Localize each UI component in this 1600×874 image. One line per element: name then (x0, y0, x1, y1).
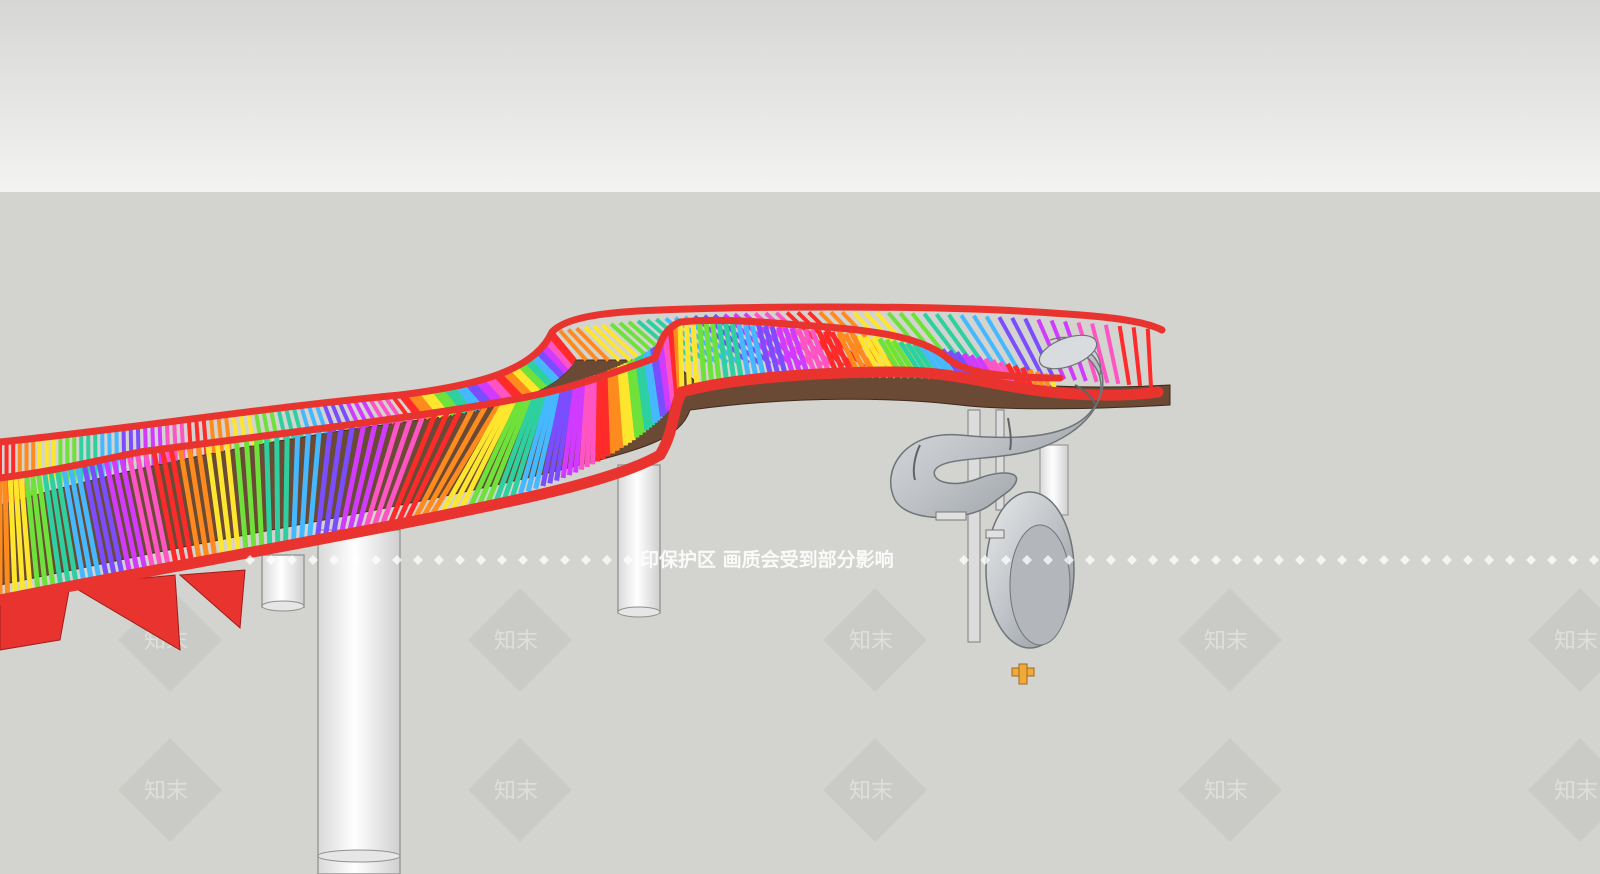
pillar-front (317, 529, 401, 874)
watermark-tile-label: 知末 (144, 779, 188, 804)
watermark-tile-label: 知末 (494, 779, 538, 804)
railing-baluster (2, 477, 11, 599)
railing-baluster (677, 321, 685, 393)
railing-baluster (157, 423, 164, 465)
sky (0, 0, 1600, 192)
railing-baluster (603, 371, 611, 457)
railing-baluster (590, 375, 599, 465)
watermark-tile-label: 知末 (1204, 629, 1248, 654)
watermark-tile-label: 知末 (1554, 779, 1598, 804)
watermark-tile-label: 知末 (494, 629, 538, 654)
railing-baluster (164, 422, 171, 463)
watermark-tile-label: 知末 (1204, 779, 1248, 804)
railing-baluster (595, 373, 602, 462)
pillar-mid-base (617, 606, 661, 618)
watermark-tile-label: 知末 (1554, 629, 1598, 654)
pillar-front-base (317, 849, 401, 863)
sketchup-scene: 知末知末知末知末知末知末知末知末知末知末 (0, 0, 1600, 874)
pillar-mid (617, 464, 661, 614)
watermark-tile-label: 知末 (849, 629, 893, 654)
watermark-banner-text: 印保护区 画质会受到部分影响 (640, 548, 894, 571)
railing-baluster (684, 322, 693, 392)
railing-baluster (263, 435, 273, 549)
railing-baluster (283, 432, 290, 546)
pillar-left-base (261, 600, 305, 612)
railing-baluster (274, 434, 281, 548)
watermark-tile-label: 知末 (849, 779, 893, 804)
pillar-left (261, 554, 305, 608)
